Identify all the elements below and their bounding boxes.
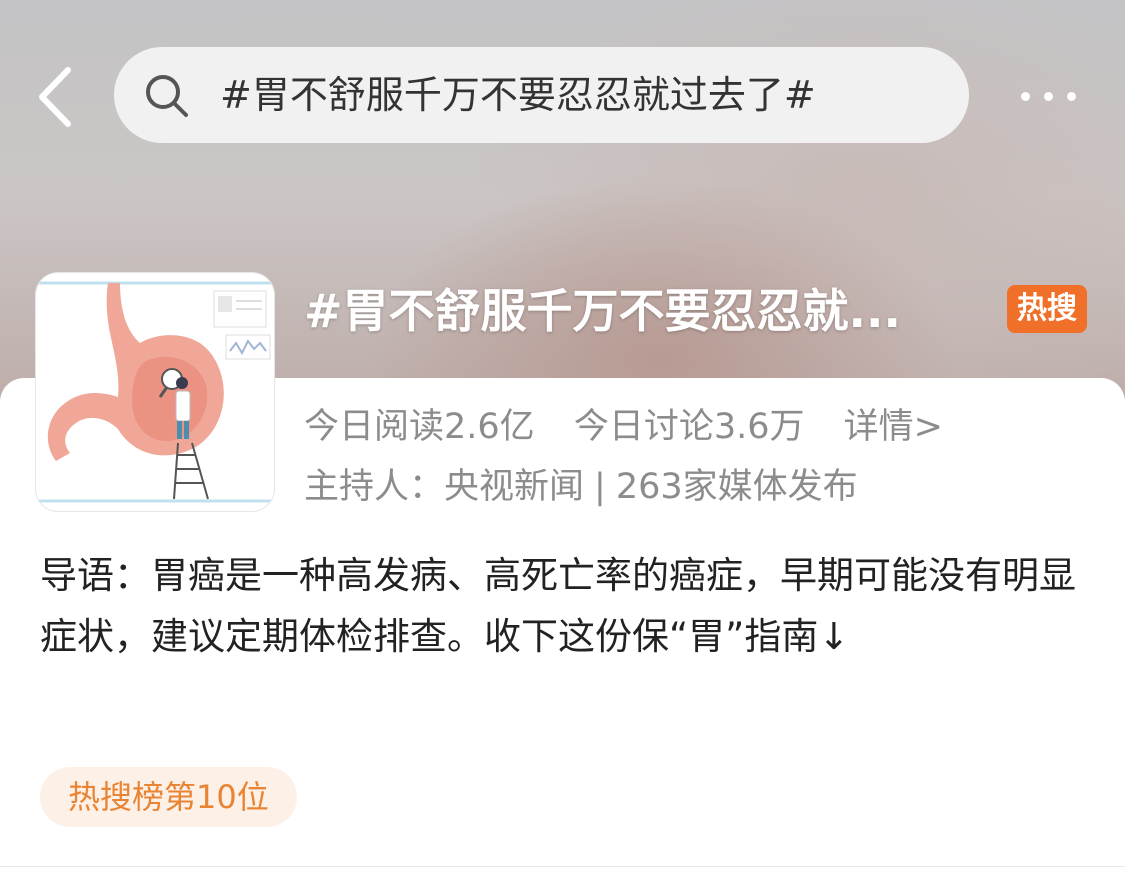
back-button[interactable] [28,62,88,132]
search-icon [146,75,188,117]
host-separator: | [594,467,606,507]
more-button[interactable] [1008,78,1088,114]
host-info: 主持人：央视新闻 | 263家媒体发布 [304,462,858,512]
discussions-today: 今日讨论3.6万 [573,407,805,447]
more-dots-icon [1043,91,1053,101]
stomach-illustration [36,281,274,503]
reads-today: 今日阅读2.6亿 [304,407,535,447]
search-bar[interactable]: #胃不舒服千万不要忍忍就过去了# [114,47,969,143]
more-dots-icon [1020,91,1030,101]
divider [0,866,1125,867]
host-label[interactable]: 主持人：央视新闻 [304,467,584,507]
topic-thumbnail[interactable] [36,273,274,511]
rank-pill[interactable]: 热搜榜第10位 [40,767,297,827]
topic-title: #胃不舒服千万不要忍忍就... [304,284,901,338]
search-query[interactable]: #胃不舒服千万不要忍忍就过去了# [220,69,816,121]
media-count: 263家媒体发布 [615,467,858,507]
back-arrow-icon [39,67,71,127]
more-dots-icon [1066,91,1076,101]
hot-badge: 热搜 [1007,285,1087,333]
topic-stats: 今日阅读2.6亿 今日讨论3.6万 详情> [304,402,943,452]
details-link[interactable]: 详情> [844,407,943,447]
topic-intro: 导语：胃癌是一种高发病、高死亡率的癌症，早期可能没有明显症状，建议定期体检排查。… [40,554,1076,658]
